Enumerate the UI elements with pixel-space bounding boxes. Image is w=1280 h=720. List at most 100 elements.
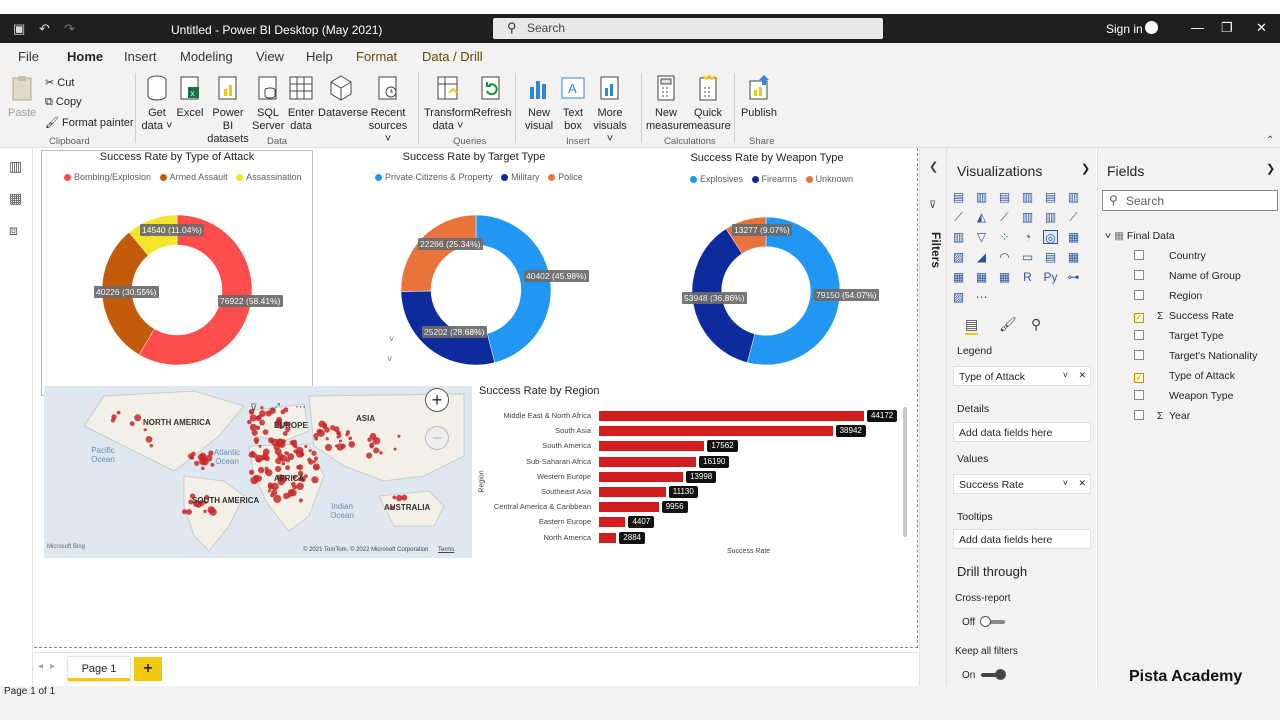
title-search-input[interactable]: ⚲ Search bbox=[493, 18, 883, 39]
field-checkbox[interactable] bbox=[1134, 350, 1144, 360]
zoom-out-button[interactable]: − bbox=[425, 426, 449, 450]
map-bubble[interactable] bbox=[251, 429, 258, 436]
100-column-icon[interactable]: ▥ bbox=[1066, 190, 1081, 204]
chevron-down-icon[interactable]: ˅ bbox=[389, 334, 394, 344]
clustered-bar-icon[interactable]: ▤ bbox=[997, 190, 1012, 204]
map-bubble[interactable] bbox=[324, 443, 333, 451]
tooltips-well[interactable]: Add data fields here bbox=[953, 529, 1091, 549]
r-visual-icon[interactable]: R bbox=[1020, 270, 1035, 284]
dataverse-button[interactable]: Dataverse bbox=[318, 73, 368, 120]
map-bubble[interactable] bbox=[348, 436, 353, 441]
map-bubble[interactable] bbox=[304, 444, 308, 449]
map-bubble[interactable] bbox=[348, 440, 356, 448]
restore-icon[interactable]: ❐ bbox=[1221, 20, 1233, 36]
clustered-column-icon[interactable]: ▥ bbox=[1020, 190, 1035, 204]
map-bubble[interactable] bbox=[289, 440, 295, 446]
map-bubble[interactable] bbox=[273, 494, 282, 503]
funnel-icon[interactable]: ▽ bbox=[974, 230, 989, 244]
card-icon[interactable]: ▭ bbox=[1020, 250, 1035, 264]
bar[interactable] bbox=[599, 456, 697, 467]
map-bubble[interactable] bbox=[287, 453, 295, 461]
model-view-icon[interactable]: ⧈ bbox=[9, 222, 18, 239]
gauge-icon[interactable]: ◠ bbox=[997, 250, 1012, 264]
field-checkbox[interactable] bbox=[1134, 270, 1144, 280]
map-bubble[interactable] bbox=[251, 452, 258, 458]
tab-format[interactable]: Format bbox=[356, 49, 397, 64]
more-visuals-icon[interactable]: ⋯ bbox=[974, 290, 989, 304]
map-bubble[interactable] bbox=[270, 492, 275, 498]
report-view-icon[interactable]: ▥ bbox=[9, 158, 22, 175]
page-tab-1[interactable]: Page 1 bbox=[68, 657, 130, 681]
chevron-down-icon[interactable]: ˅ bbox=[1063, 478, 1068, 488]
map-bubble[interactable] bbox=[295, 450, 304, 458]
cut-button[interactable]: ✂ Cut bbox=[45, 76, 74, 89]
quick-measure-button[interactable]: Quick measure bbox=[688, 73, 731, 133]
get-data-button[interactable]: Get data ˅ bbox=[140, 73, 174, 133]
details-well[interactable]: Add data fields here bbox=[953, 422, 1091, 442]
map-bubble[interactable] bbox=[111, 414, 117, 420]
map-bubble[interactable] bbox=[134, 414, 142, 422]
map-bubble[interactable] bbox=[281, 461, 286, 466]
cross-report-toggle[interactable]: Off bbox=[962, 616, 1006, 628]
map-bubble[interactable] bbox=[277, 452, 283, 459]
stacked-bar-icon[interactable]: ▤ bbox=[951, 190, 966, 204]
field-country[interactable]: Country bbox=[1134, 250, 1206, 262]
text-box-button[interactable]: A Text box bbox=[558, 73, 588, 133]
map-bubble[interactable] bbox=[401, 494, 408, 501]
map-bubble[interactable] bbox=[143, 428, 147, 432]
field-region[interactable]: Region bbox=[1134, 290, 1202, 302]
field-checkbox[interactable] bbox=[1134, 390, 1144, 400]
map-bubble[interactable] bbox=[373, 447, 380, 454]
bar[interactable] bbox=[599, 532, 617, 543]
map-bubble[interactable] bbox=[190, 451, 196, 457]
field-name-of-group[interactable]: Name of Group bbox=[1134, 270, 1241, 282]
map-bubble[interactable] bbox=[284, 451, 288, 455]
field-checkbox[interactable] bbox=[1134, 290, 1144, 300]
map-bubble[interactable] bbox=[339, 439, 343, 443]
map-icon[interactable]: ▨ bbox=[951, 250, 966, 264]
bar[interactable] bbox=[599, 517, 626, 528]
ribbon-icon[interactable]: ⟋ bbox=[1066, 210, 1081, 224]
tab-view[interactable]: View bbox=[256, 49, 284, 64]
tab-data-drill[interactable]: Data / Drill bbox=[422, 49, 483, 64]
zoom-in-button[interactable]: + bbox=[425, 388, 449, 412]
filled-map-icon[interactable]: ◢ bbox=[974, 250, 989, 264]
values-well[interactable]: Success Rate ˅ ✕ bbox=[953, 474, 1091, 494]
sign-in-link[interactable]: Sign in bbox=[1106, 22, 1143, 36]
key-influencers-icon[interactable]: ⊶ bbox=[1066, 270, 1081, 284]
map-bubble[interactable] bbox=[265, 469, 273, 477]
save-icon[interactable]: ▣ bbox=[13, 21, 25, 37]
multi-row-card-icon[interactable]: ▤ bbox=[1043, 250, 1058, 264]
stacked-column-icon[interactable]: ▥ bbox=[974, 190, 989, 204]
table-final-data[interactable]: ˅ ▦ Final Data bbox=[1105, 230, 1175, 242]
fields-search-input[interactable]: ⚲ Search bbox=[1102, 190, 1278, 211]
map-bubble[interactable] bbox=[255, 457, 261, 463]
donut-icon[interactable]: ◎ bbox=[1043, 230, 1058, 245]
more-visuals-button[interactable]: More visuals ˅ bbox=[590, 73, 630, 146]
filter-icon[interactable]: ⊽ bbox=[250, 403, 257, 414]
map-bubble[interactable] bbox=[271, 482, 279, 491]
map-bubble[interactable] bbox=[308, 459, 314, 465]
field-checkbox[interactable] bbox=[1134, 410, 1144, 420]
field-target-s-nationality[interactable]: Target's Nationality bbox=[1134, 350, 1257, 362]
map-bubble[interactable] bbox=[201, 457, 206, 462]
map-visual[interactable]: NORTH AMERICA EUROPE ASIA AFRICA SOUTH A… bbox=[44, 386, 472, 558]
target-donut-chart[interactable] bbox=[399, 213, 553, 367]
bar[interactable] bbox=[599, 426, 833, 437]
map-bubble[interactable] bbox=[201, 466, 205, 471]
map-bubble[interactable] bbox=[334, 444, 339, 448]
map-bubble[interactable] bbox=[262, 429, 269, 435]
map-bubble[interactable] bbox=[293, 444, 298, 449]
minimize-icon[interactable]: — bbox=[1191, 20, 1204, 35]
bar[interactable] bbox=[599, 487, 666, 497]
stacked-area-icon[interactable]: ⟋ bbox=[997, 210, 1012, 224]
map-bubble[interactable] bbox=[262, 448, 270, 456]
chevron-left-icon[interactable]: ❮ bbox=[929, 160, 938, 173]
bar[interactable] bbox=[599, 471, 683, 482]
powerbi-datasets-button[interactable]: Power BI datasets bbox=[206, 73, 250, 146]
smart-narrative-icon[interactable]: ▨ bbox=[951, 290, 966, 304]
map-bubble[interactable] bbox=[392, 495, 397, 500]
bar[interactable] bbox=[599, 441, 705, 452]
map-bubble[interactable] bbox=[254, 440, 259, 444]
next-page-icon[interactable]: ▸ bbox=[50, 661, 55, 672]
